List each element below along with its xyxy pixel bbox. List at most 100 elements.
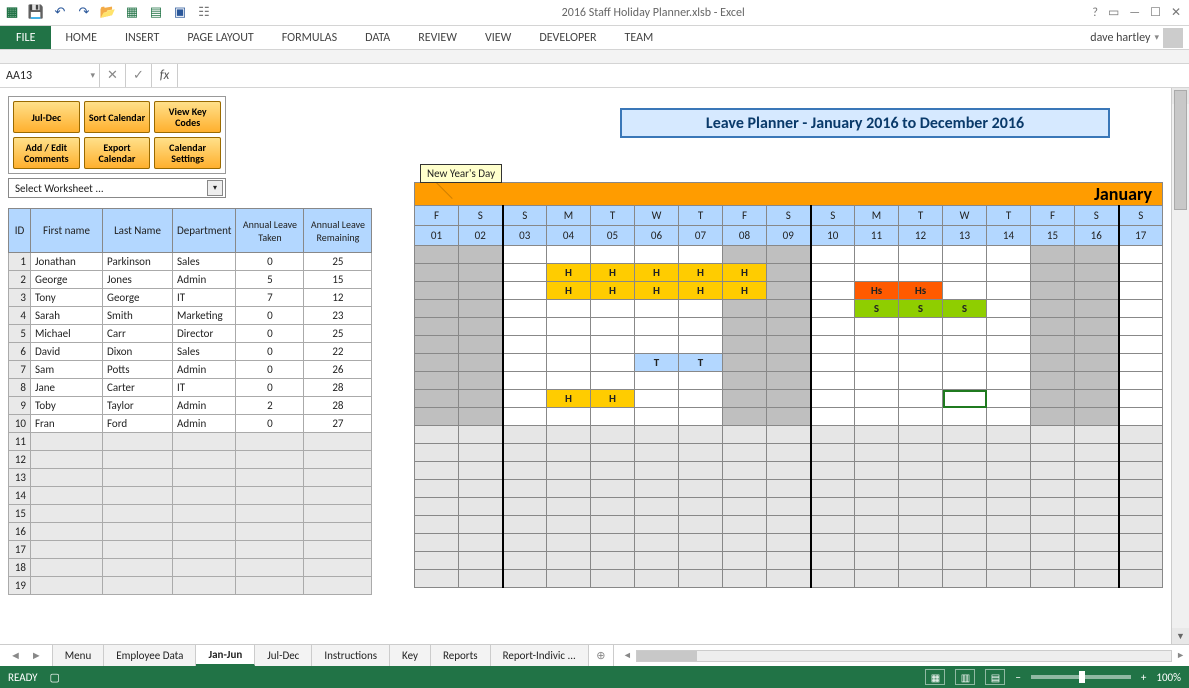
- calendar-cell[interactable]: [987, 246, 1031, 264]
- calendar-cell[interactable]: [1075, 426, 1119, 444]
- table-row[interactable]: 16: [9, 523, 372, 541]
- calendar-cell[interactable]: [767, 426, 811, 444]
- add-sheet-icon[interactable]: ⊕: [589, 645, 613, 666]
- calendar-cell[interactable]: [503, 282, 547, 300]
- cell-id[interactable]: 8: [9, 379, 31, 397]
- calendar-cell[interactable]: [811, 426, 855, 444]
- cell-leave-taken[interactable]: 5: [236, 271, 304, 289]
- cell-last-name[interactable]: Ford: [103, 415, 173, 433]
- calendar-cell[interactable]: [635, 516, 679, 534]
- calendar-cell[interactable]: H: [635, 282, 679, 300]
- calendar-cell[interactable]: [811, 408, 855, 426]
- calendar-cell[interactable]: [503, 372, 547, 390]
- zoom-in-icon[interactable]: +: [1141, 671, 1146, 684]
- calendar-cell[interactable]: [415, 246, 459, 264]
- calendar-cell[interactable]: [1031, 300, 1075, 318]
- calendar-cell[interactable]: [987, 408, 1031, 426]
- calendar-cell[interactable]: [1075, 246, 1119, 264]
- calendar-cell[interactable]: H: [679, 264, 723, 282]
- avatar[interactable]: [1163, 28, 1183, 48]
- th-last-name[interactable]: Last Name: [103, 209, 173, 253]
- calendar-cell[interactable]: [547, 534, 591, 552]
- calendar-cell[interactable]: [1031, 534, 1075, 552]
- calendar-cell[interactable]: [1031, 372, 1075, 390]
- calendar-cell[interactable]: [1031, 516, 1075, 534]
- dow-header[interactable]: S: [811, 206, 855, 226]
- table-row[interactable]: 14: [9, 487, 372, 505]
- scroll-thumb[interactable]: [1174, 90, 1187, 210]
- calendar-cell[interactable]: H: [635, 264, 679, 282]
- daynum-header[interactable]: 12: [899, 226, 943, 246]
- calendar-cell[interactable]: [459, 390, 503, 408]
- calendar-cell[interactable]: [767, 264, 811, 282]
- calendar-cell[interactable]: [591, 354, 635, 372]
- cell-id[interactable]: 10: [9, 415, 31, 433]
- macro-record-icon[interactable]: ▢: [50, 671, 60, 684]
- calendar-cell[interactable]: [1031, 408, 1075, 426]
- calendar-cell[interactable]: [723, 354, 767, 372]
- sheet-next-icon[interactable]: ►: [31, 649, 42, 662]
- calendar-cell[interactable]: H: [547, 390, 591, 408]
- dow-header[interactable]: S: [1119, 206, 1163, 226]
- calendar-cell[interactable]: [723, 570, 767, 588]
- calendar-cell[interactable]: [503, 552, 547, 570]
- sheet-tab[interactable]: Jul-Dec: [255, 645, 312, 666]
- calendar-cell[interactable]: [943, 336, 987, 354]
- calendar-cell[interactable]: [1119, 516, 1163, 534]
- calendar-cell[interactable]: [899, 552, 943, 570]
- cell-last-name[interactable]: Potts: [103, 361, 173, 379]
- cell-leave-taken[interactable]: 0: [236, 325, 304, 343]
- calendar-cell[interactable]: [635, 372, 679, 390]
- help-icon[interactable]: ?: [1092, 6, 1098, 20]
- cell-last-name[interactable]: Parkinson: [103, 253, 173, 271]
- calendar-cell[interactable]: [1119, 318, 1163, 336]
- calendar-cell[interactable]: [855, 534, 899, 552]
- calendar-cell[interactable]: [591, 426, 635, 444]
- zoom-level[interactable]: 100%: [1156, 671, 1181, 684]
- view-page-layout-icon[interactable]: ▥: [955, 669, 975, 685]
- table-row[interactable]: 10FranFordAdmin027: [9, 415, 372, 433]
- cell-first-name[interactable]: George: [31, 271, 103, 289]
- macro-icon[interactable]: ▣: [170, 3, 190, 23]
- calendar-cell[interactable]: [1075, 336, 1119, 354]
- dow-header[interactable]: F: [723, 206, 767, 226]
- calendar-cell[interactable]: T: [679, 354, 723, 372]
- calendar-cell[interactable]: [987, 300, 1031, 318]
- calendar-cell[interactable]: [855, 354, 899, 372]
- cell-department[interactable]: Marketing: [173, 307, 236, 325]
- cell-id[interactable]: 14: [9, 487, 31, 505]
- calendar-cell[interactable]: [591, 516, 635, 534]
- calendar-cell[interactable]: [503, 570, 547, 588]
- calendar-cell[interactable]: [503, 480, 547, 498]
- cell-first-name[interactable]: Toby: [31, 397, 103, 415]
- calendar-cell[interactable]: S: [899, 300, 943, 318]
- sheet-tab[interactable]: Employee Data: [104, 645, 196, 666]
- calendar-cell[interactable]: [899, 408, 943, 426]
- cell-department[interactable]: Director: [173, 325, 236, 343]
- daynum-header[interactable]: 02: [459, 226, 503, 246]
- calendar-cell[interactable]: [855, 246, 899, 264]
- dow-header[interactable]: F: [1031, 206, 1075, 226]
- tab-insert[interactable]: INSERT: [111, 26, 173, 49]
- calendar-cell[interactable]: [899, 318, 943, 336]
- calendar-cell[interactable]: S: [855, 300, 899, 318]
- calendar-cell[interactable]: [503, 354, 547, 372]
- calendar-cell[interactable]: [503, 246, 547, 264]
- cell-id[interactable]: 4: [9, 307, 31, 325]
- calendar-cell[interactable]: [987, 498, 1031, 516]
- calendar-cell[interactable]: [811, 336, 855, 354]
- calendar-cell[interactable]: [1075, 318, 1119, 336]
- calendar-cell[interactable]: [1075, 534, 1119, 552]
- calendar-cell[interactable]: [943, 552, 987, 570]
- calendar-cell[interactable]: [415, 282, 459, 300]
- calendar-cell[interactable]: [503, 462, 547, 480]
- cell-id[interactable]: 9: [9, 397, 31, 415]
- calendar-cell[interactable]: [459, 300, 503, 318]
- calendar-cell[interactable]: [943, 534, 987, 552]
- calendar-cell[interactable]: [855, 498, 899, 516]
- calendar-cell[interactable]: [723, 408, 767, 426]
- daynum-header[interactable]: 11: [855, 226, 899, 246]
- calendar-cell[interactable]: [767, 570, 811, 588]
- calendar-cell[interactable]: [459, 408, 503, 426]
- tab-team[interactable]: TEAM: [611, 26, 668, 49]
